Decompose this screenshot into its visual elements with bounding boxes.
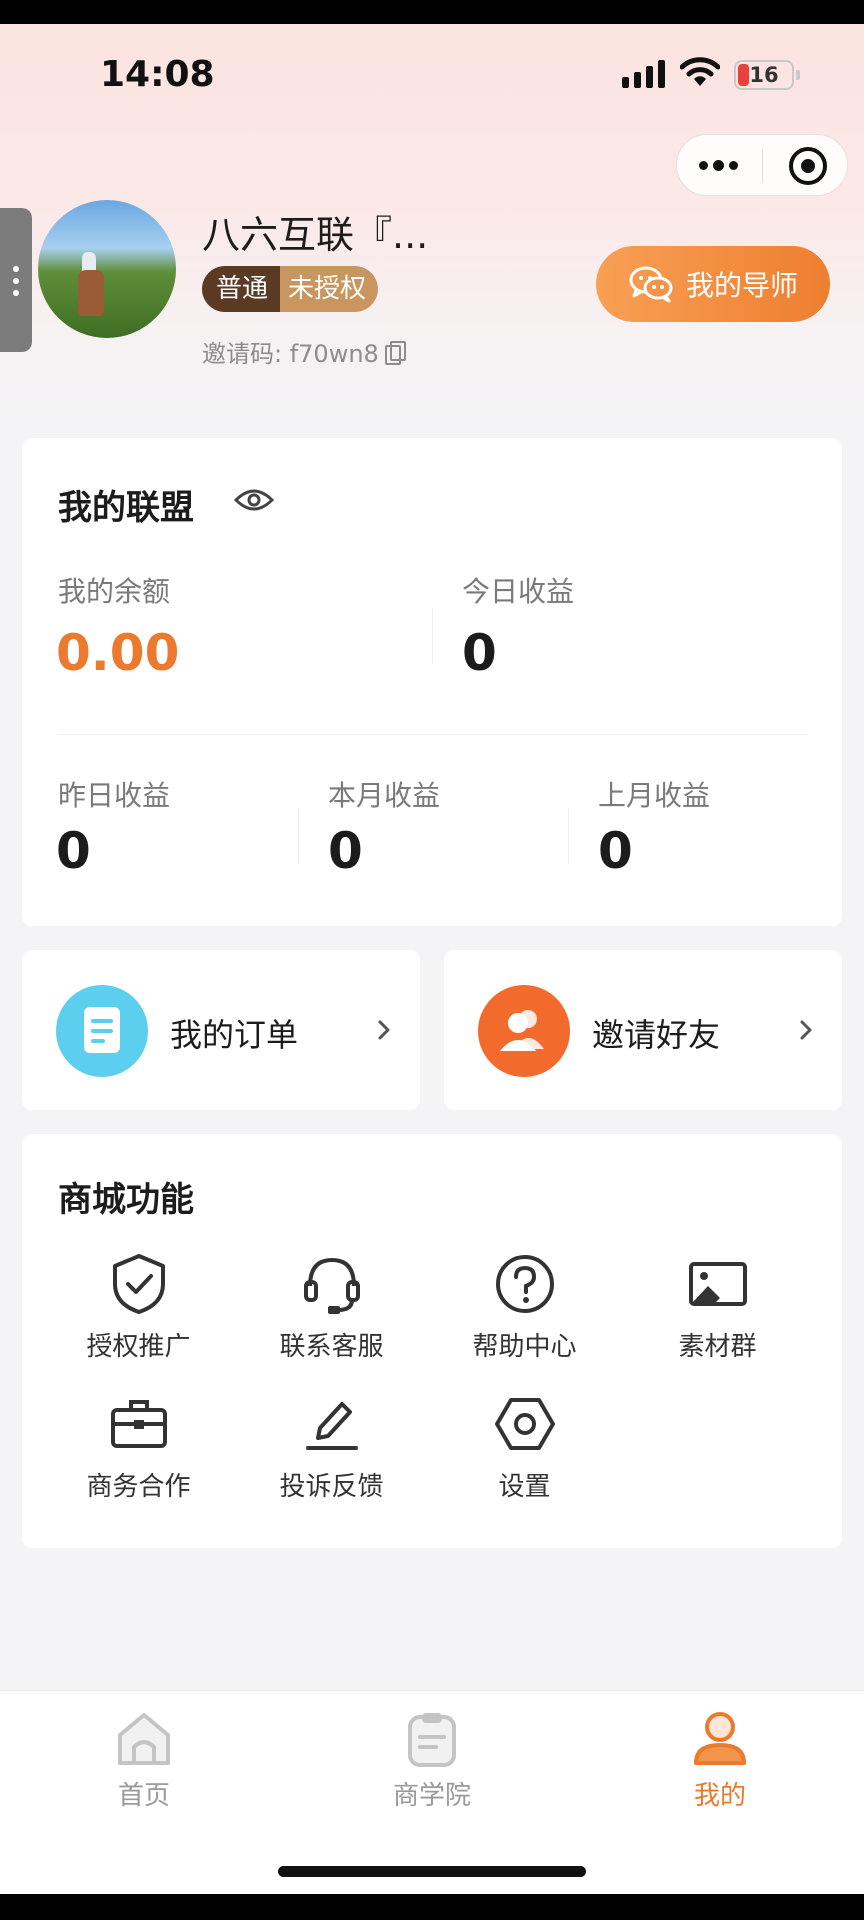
stat-row-divider (58, 734, 808, 735)
signal-icon (622, 58, 665, 88)
battery-icon: 16 (734, 60, 794, 90)
invite-icon-circle (478, 985, 570, 1077)
fn-customer-service[interactable]: 联系客服 (235, 1252, 428, 1363)
this-month-earnings-value: 0 (328, 822, 363, 880)
my-orders-card[interactable]: 我的订单 (22, 950, 420, 1110)
stat-divider (432, 608, 433, 664)
wechat-icon (629, 266, 673, 303)
briefcase-icon (110, 1400, 167, 1448)
fn-business-cooperation[interactable]: 商务合作 (42, 1392, 235, 1503)
wifi-icon (680, 57, 720, 86)
today-earnings-value: 0 (462, 624, 497, 682)
stat-divider (568, 808, 569, 864)
fn-authorize-promote[interactable]: 授权推广 (42, 1252, 235, 1363)
fn-material-group[interactable]: 素材群 (621, 1252, 814, 1363)
bottom-tab-bar: 首页 商学院 我的 (0, 1690, 864, 1894)
chevron-right-icon (800, 1020, 812, 1040)
yesterday-earnings-label: 昨日收益 (58, 779, 171, 812)
status-time: 14:08 (100, 54, 215, 95)
today-earnings-label: 今日收益 (462, 575, 575, 608)
pencil-icon (305, 1402, 358, 1450)
fn-help-center[interactable]: 帮助中心 (428, 1252, 621, 1363)
fn-label: 联系客服 (279, 1332, 384, 1362)
fn-label: 授权推广 (86, 1332, 191, 1362)
my-orders-label: 我的订单 (170, 1016, 299, 1054)
mentor-label: 我的导师 (685, 269, 798, 302)
battery-cap (796, 70, 800, 80)
clipboard-icon (408, 1713, 456, 1767)
username: 八六互联『... (202, 213, 429, 257)
miniprogram-capsule (676, 134, 848, 196)
hexagon-settings-icon (494, 1398, 555, 1450)
balance-label: 我的余额 (58, 575, 171, 608)
invite-friends-label: 邀请好友 (592, 1016, 721, 1054)
my-mentor-button[interactable]: 我的导师 (596, 246, 830, 322)
invite-code: 邀请码: f70wn8 (202, 340, 379, 368)
last-month-earnings-label: 上月收益 (598, 779, 711, 812)
tab-home[interactable]: 首页 (44, 1709, 244, 1812)
alliance-title: 我的联盟 (58, 488, 194, 528)
fn-settings[interactable]: 设置 (428, 1392, 621, 1503)
avatar-horse (78, 270, 104, 316)
help-circle-icon (495, 1255, 554, 1313)
last-month-earnings-value: 0 (598, 822, 633, 880)
copy-icon[interactable] (384, 340, 406, 365)
tab-label: 商学院 (392, 1781, 471, 1811)
fn-label: 商务合作 (86, 1472, 191, 1502)
capsule-divider (762, 149, 763, 183)
fn-label: 素材群 (678, 1332, 757, 1362)
yesterday-earnings-value: 0 (56, 822, 91, 880)
mall-functions-card: 商城功能 授权推广 联系客服 帮助中心 素材群 商务合作 投诉反馈 设置 (22, 1134, 842, 1548)
fn-complaint-feedback[interactable]: 投诉反馈 (235, 1392, 428, 1503)
document-icon (84, 1007, 120, 1053)
membership-tags: 普通 未授权 (202, 266, 379, 312)
chevron-right-icon (378, 1020, 390, 1040)
level-tag: 普通 (202, 266, 281, 312)
orders-icon-circle (56, 985, 148, 1077)
image-icon (688, 1262, 747, 1306)
top-frame (0, 0, 864, 24)
home-icon (118, 1713, 170, 1765)
user-icon (694, 1712, 746, 1765)
battery-level: 16 (749, 63, 779, 87)
eye-icon[interactable] (234, 486, 274, 514)
this-month-earnings-label: 本月收益 (328, 779, 441, 812)
bottom-frame (0, 1894, 864, 1920)
headset-icon (303, 1257, 360, 1314)
invite-friends-card[interactable]: 邀请好友 (444, 950, 842, 1110)
alliance-card: 我的联盟 我的余额 0.00 今日收益 0 昨日收益 0 本月收益 0 上月收益… (22, 438, 842, 926)
tab-label: 首页 (117, 1781, 170, 1811)
target-icon[interactable] (789, 147, 827, 185)
stat-divider (298, 808, 299, 864)
mall-title: 商城功能 (58, 1180, 194, 1220)
tab-business-school[interactable]: 商学院 (332, 1709, 532, 1812)
tab-label: 我的 (693, 1781, 746, 1811)
more-dots-icon[interactable] (699, 155, 743, 177)
tab-mine[interactable]: 我的 (620, 1709, 820, 1812)
auth-status-tag: 未授权 (280, 266, 379, 312)
fn-label: 帮助中心 (472, 1332, 577, 1362)
shield-check-icon (112, 1254, 165, 1314)
avatar[interactable] (38, 200, 176, 338)
fn-label: 投诉反馈 (279, 1472, 384, 1502)
invite-code-row[interactable]: 邀请码: f70wn8 (202, 334, 406, 369)
side-drawer-handle[interactable] (0, 208, 32, 352)
users-icon (500, 1010, 544, 1051)
home-indicator (278, 1866, 586, 1877)
balance-value: 0.00 (56, 624, 180, 682)
fn-label: 设置 (498, 1472, 551, 1502)
